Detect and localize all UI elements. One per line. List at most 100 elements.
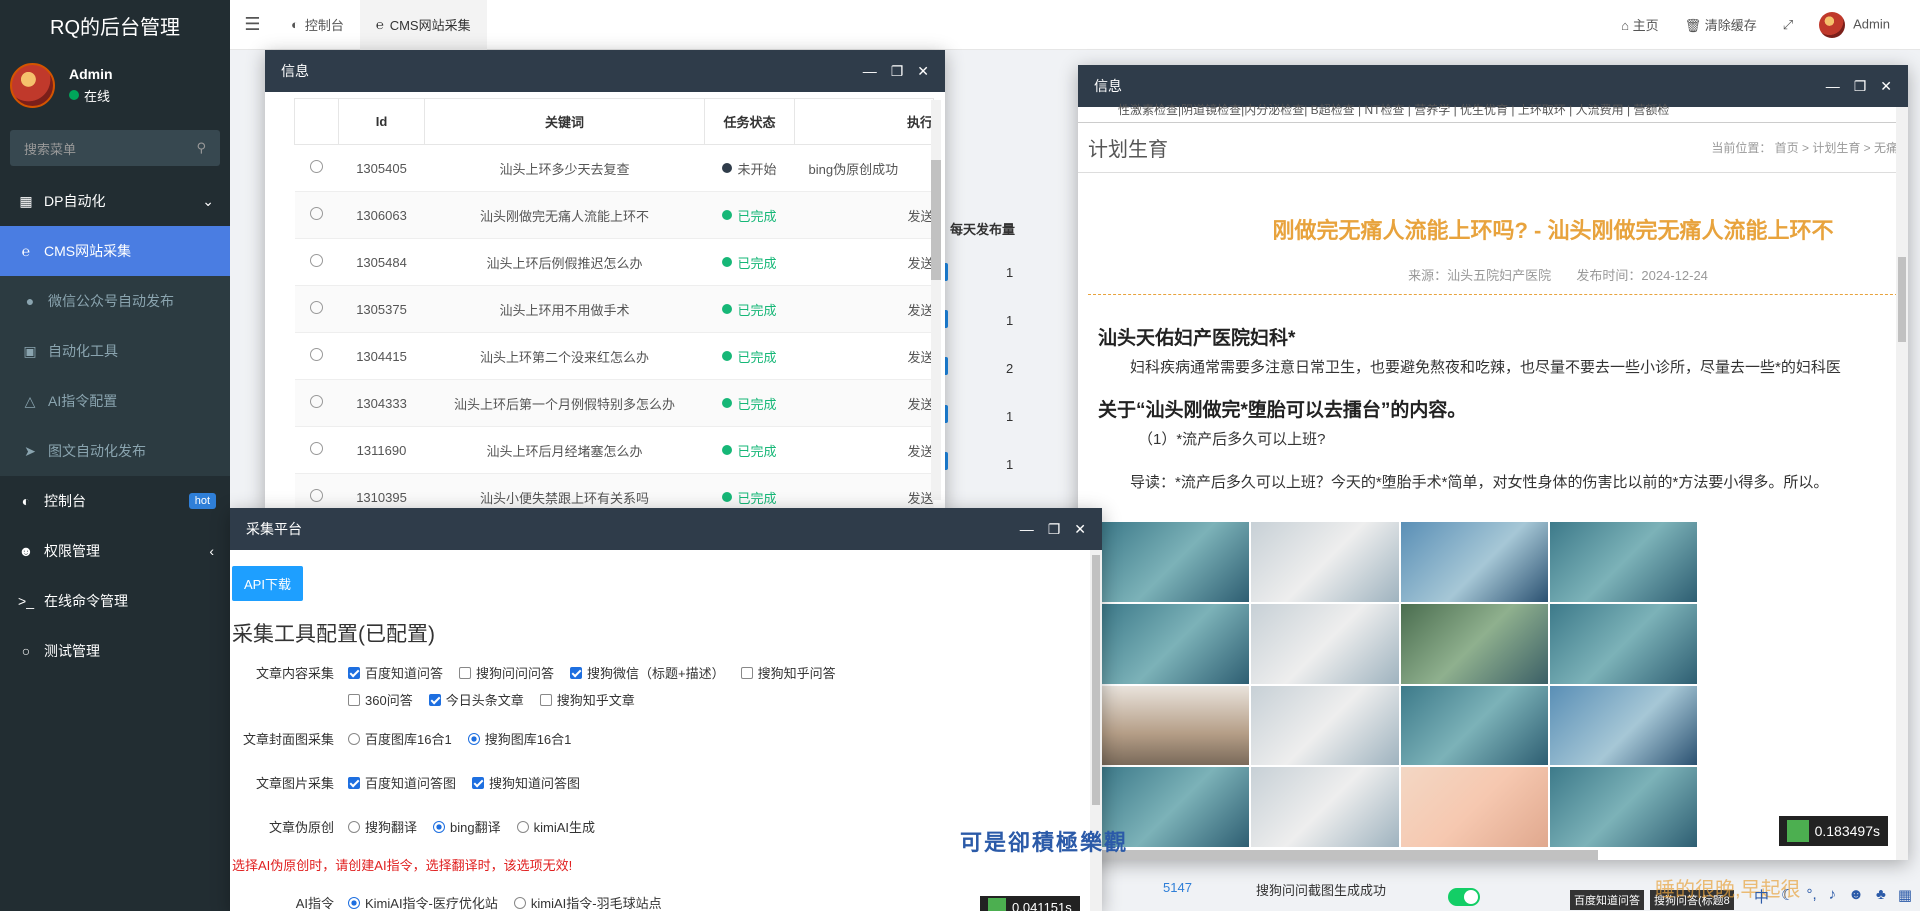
tab-cms-collect[interactable]: ℮ CMS网站采集 (359, 0, 487, 50)
checkbox-baidu-qa-image[interactable]: 百度知道问答图 (348, 773, 456, 792)
terminal-icon: >_ (18, 593, 34, 609)
sidebar-item-dp-automation[interactable]: ▦ DP自动化 ⌄ (0, 176, 230, 226)
shirt-icon[interactable]: ♣ (1876, 886, 1886, 907)
checkbox-sogou-wenwen[interactable]: 搜狗问问问答 (459, 663, 554, 682)
briefcase-icon: ▣ (23, 342, 37, 359)
section-title: 计划生育 (1088, 139, 1168, 161)
scrollbar[interactable] (931, 100, 941, 500)
circle-icon: ○ (21, 643, 31, 659)
checkbox-360-qa[interactable]: 360问答 (348, 690, 413, 709)
radio-kimi-badminton[interactable]: kimiAI指令-羽毛球站点 (513, 893, 662, 911)
clear-cache-link[interactable]: 🗑 清除缓存 (1685, 15, 1757, 34)
close-icon[interactable]: ✕ (1074, 521, 1086, 538)
row-radio[interactable] (310, 160, 323, 173)
sidebar-item-wechat-publish[interactable]: ● 微信公众号自动发布 (0, 276, 230, 326)
home-link[interactable]: ⌂ 主页 (1621, 15, 1659, 34)
collage-image (1549, 685, 1697, 766)
collage-image (1549, 522, 1697, 602)
sidebar-item-auto-tools[interactable]: ▣ 自动化工具 (0, 326, 230, 376)
maximize-icon[interactable]: ❐ (891, 63, 904, 80)
status-toggle[interactable] (1448, 888, 1480, 906)
column-header-exec[interactable]: 执行 (794, 98, 934, 145)
radio-bing-translate[interactable]: bing翻译 (433, 817, 501, 836)
table-row[interactable]: 1304333 汕头上环后第一个月例假特别多怎么办 已完成 发送 (294, 379, 934, 427)
dialog-title: 采集平台 (246, 521, 302, 537)
search-icon[interactable]: ⚲ (196, 140, 206, 156)
cell-id: 1304415 (338, 332, 425, 380)
sidebar-item-dashboard[interactable]: ◐ 控制台 hot (0, 476, 230, 526)
row-radio[interactable] (310, 301, 323, 314)
collage-image (1251, 522, 1399, 602)
collage-image (1400, 522, 1548, 602)
checkbox-sogou-qa-image[interactable]: 搜狗知道问答图 (472, 773, 580, 792)
checkbox-sogou-zhihu-qa[interactable]: 搜狗知乎问答 (740, 663, 836, 682)
table-row[interactable]: 1311690 汕头上环后月经堵塞怎么办 已完成 发送 (294, 426, 934, 474)
minimize-icon[interactable]: — (1020, 521, 1034, 538)
column-header-id[interactable]: Id (338, 98, 425, 145)
cell-keyword: 汕头小便失禁跟上环有关系吗 (424, 473, 705, 510)
row-radio[interactable] (310, 442, 323, 455)
sidebar-item-permissions[interactable]: ☻ 权限管理 ‹ (0, 526, 230, 576)
row-radio[interactable] (310, 207, 323, 220)
grid-icon[interactable]: ▦ (1898, 886, 1912, 907)
daily-count: 1 (1006, 409, 1014, 424)
minimize-icon[interactable]: — (863, 63, 877, 80)
row-radio[interactable] (310, 254, 323, 267)
menu-toggle-icon[interactable]: ☰ (230, 14, 275, 35)
radio-sogou-gallery[interactable]: 搜狗图库16合1 (467, 729, 571, 748)
table-row[interactable]: 1306063 汕头刚做完无痛人流能上环不 已完成 发送 (294, 191, 934, 239)
table-row[interactable]: 1305484 汕头上环后例假推迟怎么办 已完成 发送 (294, 238, 934, 286)
cell-keyword: 汕头上环后例假推迟怎么办 (424, 238, 705, 286)
user-menu[interactable]: Admin (1819, 11, 1890, 38)
table-row[interactable]: 1305375 汕头上环用不用做手术 已完成 发送 (294, 285, 934, 333)
table-row[interactable]: 1310395 汕头小便失禁跟上环有关系吗 已完成 发送 (294, 473, 934, 510)
app-title[interactable]: RQ的后台管理 (0, 0, 230, 50)
column-header-status[interactable]: 任务状态 (704, 98, 795, 145)
column-header-keyword[interactable]: 关键词 (424, 98, 705, 145)
radio-baidu-gallery[interactable]: 百度图库16合1 (348, 729, 452, 748)
breadcrumb[interactable]: 当前位置： 首页 > 计划生育 > 无痛 (1711, 139, 1898, 156)
api-download-button[interactable]: API下载 (232, 566, 303, 601)
sidebar-item-ai-config[interactable]: △ AI指令配置 (0, 376, 230, 426)
radio-sogou-translate[interactable]: 搜狗翻译 (348, 817, 417, 836)
row-radio[interactable] (310, 348, 323, 361)
flask-icon: △ (24, 392, 36, 409)
close-icon[interactable]: ✕ (917, 63, 929, 80)
sidebar-item-online-commands[interactable]: >_ 在线命令管理 (0, 576, 230, 626)
cell-id: 1304333 (338, 379, 425, 427)
table-row[interactable]: 1304415 汕头上环第二个没来红怎么办 已完成 发送 (294, 332, 934, 380)
daily-count: 1 (1006, 457, 1014, 472)
checkbox-sogou-zhihu-article[interactable]: 搜狗知乎文章 (539, 690, 635, 709)
ime-icon[interactable]: 中 (1754, 886, 1769, 907)
checkbox-toutiao[interactable]: 今日头条文章 (428, 690, 524, 709)
scrollbar[interactable] (1896, 107, 1908, 860)
log-id-link[interactable]: 5147 (1163, 880, 1192, 895)
user-icon[interactable]: ☻ (1848, 886, 1864, 907)
status-dot-icon (722, 398, 733, 408)
maximize-icon[interactable]: ❐ (1048, 521, 1061, 538)
sidebar-item-test[interactable]: ○ 测试管理 (0, 626, 230, 676)
article-nav[interactable]: 性激素检查|阴道镜检查|内分泌检查| B超检查 | NT检查 | 营养学 | 优… (1078, 101, 1908, 123)
checkbox-baidu-qa[interactable]: 百度知道问答 (348, 663, 443, 682)
user-status: 在线 (84, 88, 111, 104)
minimize-icon[interactable]: — (1826, 78, 1840, 95)
fullscreen-icon[interactable]: ⤢ (1783, 17, 1793, 33)
close-icon[interactable]: ✕ (1880, 78, 1892, 95)
punctuation-icon[interactable]: °, (1807, 886, 1817, 907)
sidebar-item-article-publish[interactable]: ➤ 图文自动化发布 (0, 426, 230, 476)
table-row[interactable]: 1305405 汕头上环多少天去复查 未开始 bing伪原创成功 (294, 144, 934, 192)
sidebar-search-input[interactable]: 搜索菜单 ⚲ (10, 130, 220, 166)
hot-badge: hot (188, 493, 216, 509)
tab-dashboard[interactable]: ◐ 控制台 (275, 0, 360, 50)
moon-icon[interactable]: ☾ (1781, 886, 1794, 907)
row-radio[interactable] (310, 395, 323, 408)
row-radio[interactable] (310, 489, 323, 502)
radio-kimi-generate[interactable]: kimiAI生成 (516, 817, 595, 836)
horizontal-scrollbar[interactable] (1078, 850, 1598, 860)
load-timer: 0.041151s (980, 896, 1080, 911)
checkbox-sogou-weixin[interactable]: 搜狗微信（标题+描述） (570, 663, 725, 682)
mic-icon[interactable]: ♪ (1829, 886, 1837, 907)
radio-kimi-medical[interactable]: KimiAI指令-医疗优化站 (348, 893, 498, 911)
sidebar-item-cms-collect[interactable]: ℮ CMS网站采集 (0, 226, 230, 276)
maximize-icon[interactable]: ❐ (1854, 78, 1867, 95)
